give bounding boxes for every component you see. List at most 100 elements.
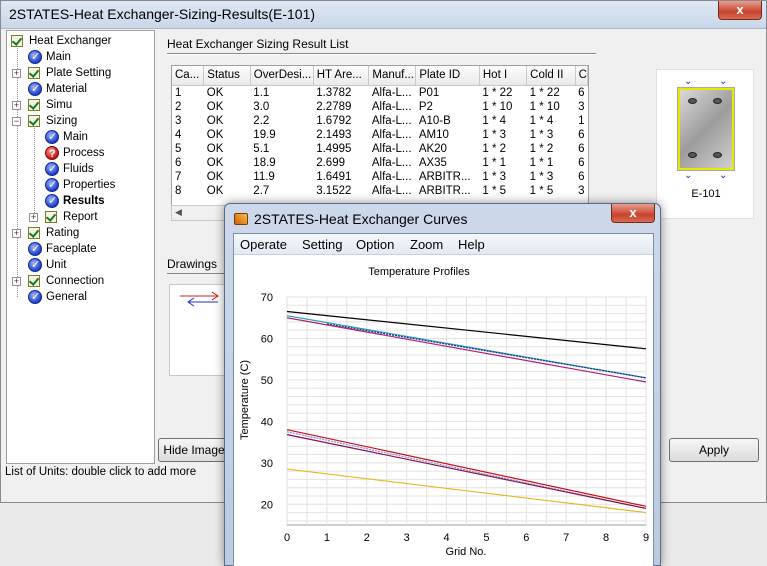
menu-help[interactable]: Help [458, 237, 485, 252]
table-cell: Alfa-L... [371, 156, 412, 169]
table-cell: 4 [175, 128, 182, 141]
tree-item[interactable]: Heat Exchanger [7, 33, 152, 49]
tree-item-label: Report [63, 211, 98, 223]
table-row[interactable]: 2 OK 3.0 2.2789 Alfa-L... P2 1 * 10 1 * 10 3 [172, 100, 588, 114]
table-cell: OK [206, 184, 224, 197]
column-header[interactable]: Status [203, 66, 251, 86]
navigation-tree: Heat Exchanger Main + Plate Setting Material… [6, 30, 155, 464]
table-cell: OK [206, 128, 224, 141]
tree-item[interactable]: Material [7, 81, 152, 97]
column-header[interactable]: Ca... [172, 66, 205, 86]
x-tick-label: 4 [443, 532, 449, 544]
tree-item-label: Main [46, 51, 71, 63]
temperature-chart: Temperature Profiles Grid No. Temperatur… [239, 266, 649, 558]
table-cell: 2.2789 [316, 100, 352, 113]
tree-expander-icon[interactable]: + [12, 69, 21, 78]
column-header[interactable]: HT Are... [313, 66, 370, 86]
check-icon [45, 211, 57, 223]
table-cell: Alfa-L... [371, 170, 412, 183]
tree-item-label: Heat Exchanger [29, 35, 112, 47]
menu-zoom[interactable]: Zoom [410, 237, 443, 252]
y-tick-label: 30 [261, 458, 273, 470]
table-cell: 2.699 [316, 156, 345, 169]
tree-item-label: Fluids [63, 163, 94, 175]
table-cell: Alfa-L... [371, 184, 412, 197]
tree-item[interactable]: + Report [7, 209, 152, 225]
menu-option[interactable]: Option [356, 237, 394, 252]
drawings-tab[interactable]: Drawings [167, 257, 217, 271]
table-cell: 3 [175, 114, 182, 127]
hide-image-button[interactable]: Hide Image [158, 438, 230, 462]
nozzle-out-icon: ⌄ [684, 170, 693, 181]
tree-item[interactable]: Main [7, 49, 152, 65]
status-bar-text: List of Units: double click to add more [5, 466, 197, 478]
check-icon [11, 35, 23, 47]
table-row[interactable]: 3 OK 2.2 1.6792 Alfa-L... A10-B 1 * 4 1 * 4 1 [172, 114, 588, 128]
tree-item-label: Main [63, 131, 88, 143]
tree-expander-icon[interactable]: + [12, 229, 21, 238]
tree-item[interactable]: + Simu [7, 97, 152, 113]
column-header[interactable]: OverDesi... [250, 66, 314, 86]
y-tick-label: 60 [261, 333, 273, 345]
menu-setting[interactable]: Setting [302, 237, 342, 252]
red-question-icon [45, 146, 59, 162]
tree-item[interactable]: Properties [7, 177, 152, 193]
tree-expander-icon[interactable]: + [12, 101, 21, 110]
tree-item[interactable]: + Rating [7, 225, 152, 241]
tree-item-label: Simu [46, 99, 73, 111]
table-row[interactable]: 6 OK 18.9 2.699 Alfa-L... AX35 1 * 1 1 * 1 6 [172, 156, 588, 170]
table-row[interactable]: 1 OK 1.1 1.3782 Alfa-L... P01 1 * 22 1 * 22 6 [172, 85, 588, 100]
tree-expander-icon[interactable]: + [12, 277, 21, 286]
blue-check-icon [28, 289, 42, 305]
tree-item[interactable]: Faceplate [7, 241, 152, 257]
table-cell: 6 [578, 156, 585, 169]
table-cell: 1 * 22 [529, 86, 560, 99]
column-header[interactable]: Hot I [479, 66, 528, 86]
scroll-left-icon[interactable]: ◀ [175, 207, 182, 218]
column-header[interactable]: C [575, 66, 588, 86]
table-row[interactable]: 5 OK 5.1 1.4995 Alfa-L... AK20 1 * 2 1 * 2 6 [172, 142, 588, 156]
tree-item[interactable]: Fluids [7, 161, 152, 177]
tree-item[interactable]: Results [7, 193, 152, 209]
column-header[interactable]: Plate ID [415, 66, 480, 86]
table-row[interactable]: 8 OK 2.7 3.1522 Alfa-L... ARBITR... 1 * 5 1 * 5… [172, 184, 588, 198]
table-cell: 1 * 2 [529, 142, 554, 155]
table-row[interactable]: 4 OK 19.9 2.1493 Alfa-L... AM10 1 * 3 1 * 3 6 [172, 128, 588, 142]
tree-item[interactable]: + Plate Setting [7, 65, 152, 81]
results-grid[interactable]: Ca... Status OverDesi... HT Are... Manuf... P… [171, 65, 589, 220]
table-row[interactable]: 7 OK 11.9 1.6491 Alfa-L... ARBITR... 1 * 3 1 * … [172, 170, 588, 184]
table-cell: 7 [175, 170, 182, 183]
tree-item[interactable]: − Sizing [7, 113, 152, 129]
tree-item[interactable]: Unit [7, 257, 152, 273]
equipment-label: E-101 [691, 188, 721, 200]
blue-check-icon [28, 81, 42, 97]
tree-expander-icon[interactable]: − [12, 117, 21, 126]
table-cell: 1 * 1 [529, 156, 554, 169]
table-cell: 3 [578, 184, 585, 197]
column-header[interactable]: Cold II [526, 66, 576, 86]
check-icon [28, 115, 40, 127]
apply-button[interactable]: Apply [669, 438, 759, 462]
blue-check-icon [28, 49, 42, 65]
curves-window: 2STATES-Heat Exchanger Curves x Operate … [224, 203, 661, 566]
app-icon [234, 213, 248, 225]
tree-item[interactable]: General [7, 289, 152, 305]
check-icon [28, 227, 40, 239]
column-header[interactable]: Manuf... [368, 66, 417, 86]
x-tick-label: 3 [404, 532, 410, 544]
table-cell: 18.9 [253, 156, 276, 169]
table-cell: OK [206, 156, 224, 169]
tree-item[interactable]: + Connection [7, 273, 152, 289]
table-cell: Alfa-L... [371, 100, 412, 113]
main-close-button[interactable]: x [718, 1, 762, 20]
curves-client-area: Operate Setting Option Zoom Help Tempera… [233, 233, 654, 566]
tree-expander-icon[interactable]: + [29, 213, 38, 222]
tree-item[interactable]: Process [7, 145, 152, 162]
curves-close-button[interactable]: x [611, 204, 655, 223]
menu-operate[interactable]: Operate [240, 237, 287, 252]
chart-title: Temperature Profiles [368, 266, 470, 278]
main-window-title: 2STATES-Heat Exchanger-Sizing-Results(E-… [9, 6, 316, 22]
table-cell: 1 * 5 [529, 184, 554, 197]
table-cell: 1.6491 [316, 170, 352, 183]
tree-item[interactable]: Main [7, 129, 152, 145]
